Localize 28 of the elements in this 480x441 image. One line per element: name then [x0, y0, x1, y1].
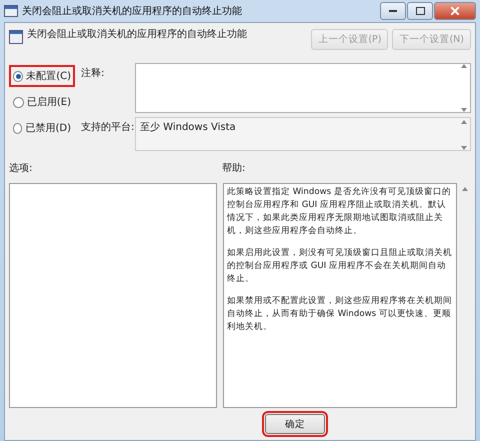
radio-option[interactable]: 已禁用(D)	[9, 117, 75, 139]
options-label: 选项:	[9, 162, 34, 176]
policy-icon	[4, 5, 18, 17]
setting-title: 关闭会阻止或取消关机的应用程序的自动终止功能	[27, 28, 248, 41]
minimize-button[interactable]	[380, 2, 406, 20]
help-paragraph: 此策略设置指定 Windows 是否允许没有可见顶级窗口的控制台应用程序和 GUI 应用程序阻止或取消关机。默认情况下，如果此类应用程序无限期地试图取消或阻止关机，则这些应用程序会自动终止。	[227, 186, 452, 238]
platform-label: 支持的平台:	[81, 120, 131, 135]
minimize-icon	[389, 10, 397, 12]
window-title: 关闭会阻止或取消关机的应用程序的自动终止功能	[22, 4, 243, 18]
help-paragraph: 如果启用此设置，则没有可见顶级窗口且阻止或取消关机的控制台应用程序或 GUI 应用程序不会在关机期间自动终止。	[227, 247, 453, 286]
maximize-icon	[416, 7, 424, 15]
scroll-down-icon[interactable]	[461, 146, 467, 150]
maximize-button[interactable]	[407, 2, 433, 20]
radio-option[interactable]: 未配置(C)	[9, 65, 75, 87]
scroll-up-icon[interactable]	[462, 187, 468, 191]
close-icon	[451, 7, 459, 15]
ok-button[interactable]: 确定	[265, 414, 325, 434]
policy-icon	[9, 30, 23, 44]
help-label: 帮助:	[222, 162, 246, 176]
platform-field: 至少 Windows Vista	[135, 117, 471, 151]
close-button[interactable]	[434, 2, 476, 20]
scroll-down-icon[interactable]	[461, 108, 467, 112]
help-paragraph: 如果禁用或不配置此设置，则这些应用程序将在关机期间自动终止，从而有助于确保 Windows 可以更快速、更顺利地关机。	[227, 295, 453, 334]
comment-field[interactable]	[135, 63, 471, 113]
comment-label: 注释:	[81, 66, 106, 81]
scroll-up-icon[interactable]	[461, 120, 467, 124]
radio-option[interactable]: 已启用(E)	[9, 91, 75, 113]
scroll-up-icon[interactable]	[461, 64, 467, 68]
